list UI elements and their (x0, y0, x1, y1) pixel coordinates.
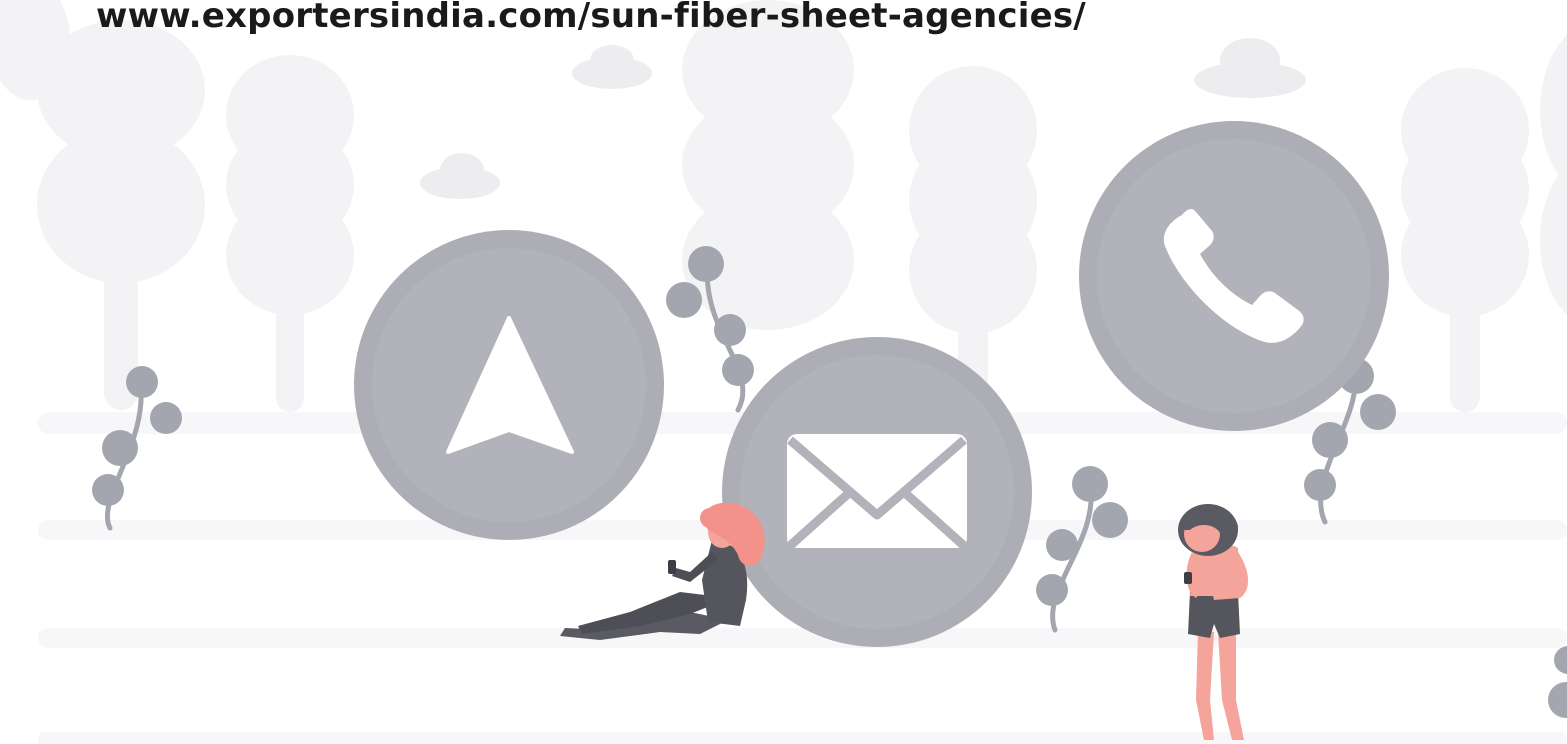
contact-illustration-page: www.exportersindia.com/sun-fiber-sheet-a… (0, 0, 1567, 744)
email-icon (722, 337, 1032, 647)
phone-icon (1079, 121, 1389, 431)
company-url: www.exportersindia.com/sun-fiber-sheet-a… (96, 0, 1086, 36)
location-icon (354, 230, 664, 540)
contact-illustration (0, 0, 1567, 744)
